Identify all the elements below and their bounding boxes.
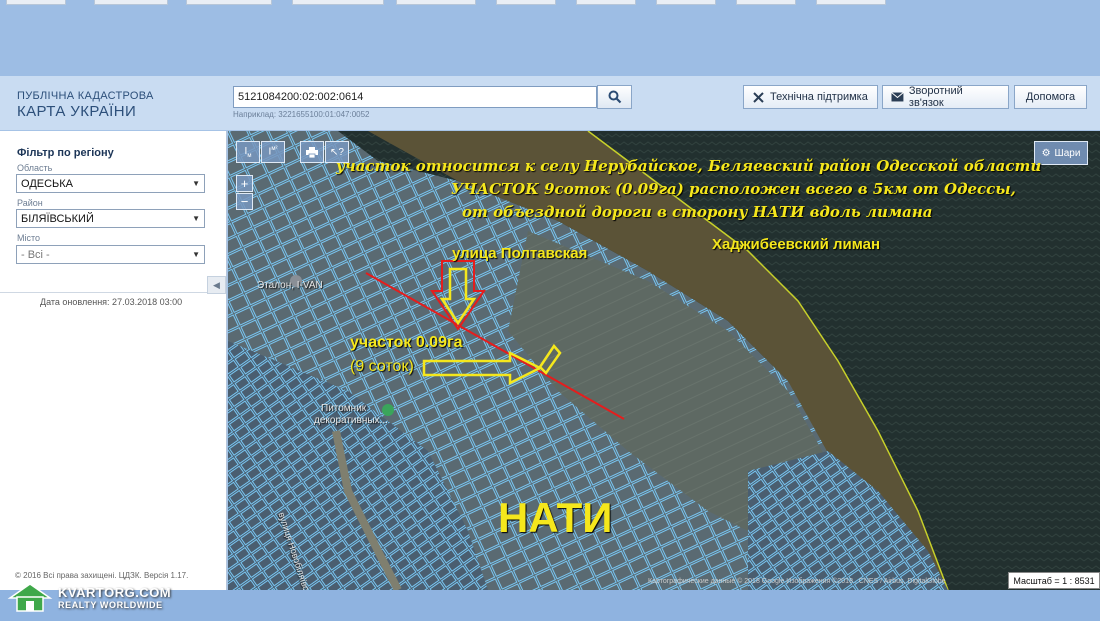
envelope-icon [891, 92, 904, 102]
filter-title: Фільтр по регіону [17, 147, 114, 159]
logo-line-2: КАРТА УКРАЇНИ [17, 103, 137, 120]
panel-divider [0, 292, 207, 293]
oblast-select[interactable]: ОДЕСЬКА ▼ [16, 174, 205, 193]
dropdown-arrow-icon: ▼ [192, 214, 200, 223]
dropdown-arrow-icon: ▼ [192, 179, 200, 188]
watermark: KVARTORG.COM REALTY WORLDWIDE [6, 582, 171, 612]
zoom-in-button[interactable]: + [236, 175, 253, 192]
ruler-icon: Iм [244, 145, 252, 159]
dropdown-arrow-icon: ▼ [192, 250, 200, 259]
tools-icon [753, 91, 764, 103]
annotation-plot-sotok: (9 соток) [350, 358, 414, 375]
map-attribution: Картографические данные © 2018 Google Из… [648, 578, 946, 585]
filter-panel: Фільтр по регіону Область ОДЕСЬКА ▼ Райо… [0, 131, 227, 590]
oblast-value: ОДЕСЬКА [21, 177, 74, 190]
help-label: Допомога [1025, 91, 1076, 103]
watermark-subtitle: REALTY WORLDWIDE [58, 599, 163, 610]
browser-tab[interactable] [186, 0, 272, 5]
browser-tab[interactable] [292, 0, 384, 5]
support-label: Технічна підтримка [770, 91, 868, 103]
annotation-direction: от объездной дороги в сторону НАТИ вдоль… [462, 203, 933, 221]
poi-nursery-line2[interactable]: декоративных... [314, 415, 388, 426]
print-button[interactable] [300, 141, 324, 163]
map-view[interactable]: Iм Iм² ↖? + − ⚙ Шари участок относится к… [228, 131, 1100, 590]
browser-tab[interactable] [656, 0, 716, 5]
annotation-village: участок относится к селу Нерубайское, Бе… [336, 157, 1042, 175]
oblast-label: Область [17, 163, 53, 173]
raion-label: Район [17, 198, 43, 208]
annotation-plot-area: участок 0.09га [350, 334, 463, 351]
browser-tab[interactable] [496, 0, 556, 5]
printer-icon [306, 146, 318, 158]
raion-select[interactable]: БІЛЯЇВСЬКИЙ ▼ [16, 209, 205, 228]
support-button[interactable]: Технічна підтримка [743, 85, 878, 109]
search-button[interactable] [597, 85, 632, 109]
cadastral-search-input[interactable] [233, 86, 597, 108]
search-icon [608, 90, 621, 104]
annotation-nati: НАТИ [498, 494, 613, 541]
app-header: ПУБЛІЧНА КАДАСТРОВА КАРТА УКРАЇНИ Наприк… [0, 76, 1100, 130]
layers-label: Шари [1054, 147, 1081, 159]
measure-area-button[interactable]: Iм² [261, 141, 285, 163]
measure-length-button[interactable]: Iм [236, 141, 260, 163]
copyright-text: © 2016 Всі права захищені. ЦДЗК. Версія … [15, 571, 189, 580]
poi-etalon[interactable]: Эталон, I-VAN [257, 280, 323, 291]
arrow-left-icon: ◀ [213, 279, 220, 290]
browser-tab[interactable] [736, 0, 796, 5]
cursor-question-icon: ↖? [330, 146, 344, 158]
misto-select[interactable]: - Всі - ▼ [16, 245, 205, 264]
annotation-plot-info: УЧАСТОК 9соток (0.09га) расположен всего… [451, 180, 1016, 198]
browser-tab[interactable] [576, 0, 636, 5]
raion-value: БІЛЯЇВСЬКИЙ [21, 212, 94, 225]
logo-line-1: ПУБЛІЧНА КАДАСТРОВА [17, 90, 154, 102]
browser-top-strip [0, 0, 1100, 76]
feedback-button[interactable]: Зворотний зв'язок [882, 85, 1009, 109]
misto-label: Місто [17, 233, 41, 243]
map-scale: Масштаб = 1 : 8531 [1008, 572, 1100, 589]
poi-nursery-line1[interactable]: Питомник [321, 403, 366, 414]
layers-button[interactable]: ⚙ Шари [1034, 141, 1088, 165]
search-hint: Наприклад: 3221655100:01:047:0052 [233, 110, 370, 119]
gear-icon: ⚙ [1041, 147, 1051, 159]
browser-tab[interactable] [396, 0, 476, 5]
zoom-out-button[interactable]: − [236, 193, 253, 210]
annotation-street: улица Полтавская [452, 245, 588, 262]
collapse-panel-button[interactable]: ◀ [207, 276, 226, 294]
area-ruler-icon: Iм² [268, 146, 278, 158]
house-logo-icon [7, 583, 53, 612]
update-date: Дата оновлення: 27.03.2018 03:00 [40, 297, 183, 307]
browser-tab[interactable] [6, 0, 66, 5]
watermark-title: KVARTORG.COM [58, 584, 172, 600]
help-button[interactable]: Допомога [1014, 85, 1087, 109]
browser-tab[interactable] [816, 0, 886, 5]
annotation-liman: Хаджибеевский лиман [712, 236, 881, 253]
browser-tab[interactable] [94, 0, 168, 5]
misto-value: - Всі - [21, 248, 50, 261]
feedback-label: Зворотний зв'язок [908, 85, 963, 109]
